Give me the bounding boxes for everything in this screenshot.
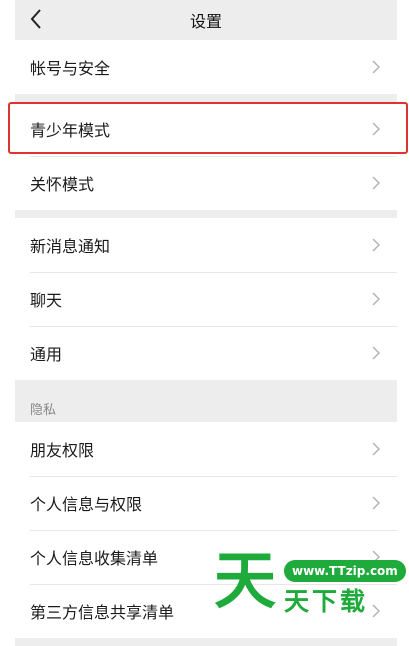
settings-item-label: 朋友权限: [30, 441, 95, 460]
settings-item-care-mode[interactable]: 关怀模式: [15, 156, 397, 210]
settings-item-label: 个人信息收集清单: [30, 549, 159, 568]
settings-item-label: 帐号与安全: [30, 59, 111, 78]
highlight-box: [8, 102, 408, 154]
header: 设置: [15, 0, 397, 40]
settings-item-label: 个人信息与权限: [30, 495, 143, 514]
chevron-right-icon: [372, 496, 380, 510]
chevron-right-icon: [372, 60, 380, 74]
chevron-right-icon: [372, 346, 380, 360]
account-group: 帐号与安全: [15, 40, 397, 94]
settings-item-label: 新消息通知: [30, 237, 111, 256]
chevron-right-icon: [372, 442, 380, 456]
page-title: 设置: [189, 12, 222, 31]
settings-item-label: 通用: [30, 345, 63, 364]
chevron-right-icon: [372, 176, 380, 190]
settings-item-label: 第三方信息共享清单: [30, 603, 175, 622]
settings-item-personal-info-permissions[interactable]: 个人信息与权限: [15, 476, 397, 530]
settings-item-label: 关怀模式: [30, 175, 95, 194]
settings-item-account-security[interactable]: 帐号与安全: [15, 40, 397, 94]
watermark-url: www.TTzip.com: [284, 560, 406, 582]
settings-item-label: 聊天: [30, 291, 63, 310]
watermark-big-char: 天: [214, 544, 277, 617]
general-group: 新消息通知 聊天 通用: [15, 218, 397, 380]
settings-item-notifications[interactable]: 新消息通知: [15, 218, 397, 272]
chevron-right-icon: [372, 238, 380, 252]
settings-item-friend-permissions[interactable]: 朋友权限: [15, 422, 397, 476]
watermark-logo: 天 www.TTzip.com 天下载: [214, 544, 406, 618]
section-title-privacy: 隐私: [30, 403, 57, 418]
chevron-right-icon: [372, 292, 380, 306]
settings-item-general[interactable]: 通用: [15, 326, 397, 380]
watermark-text: 天下载: [284, 587, 369, 616]
settings-item-chat[interactable]: 聊天: [15, 272, 397, 326]
